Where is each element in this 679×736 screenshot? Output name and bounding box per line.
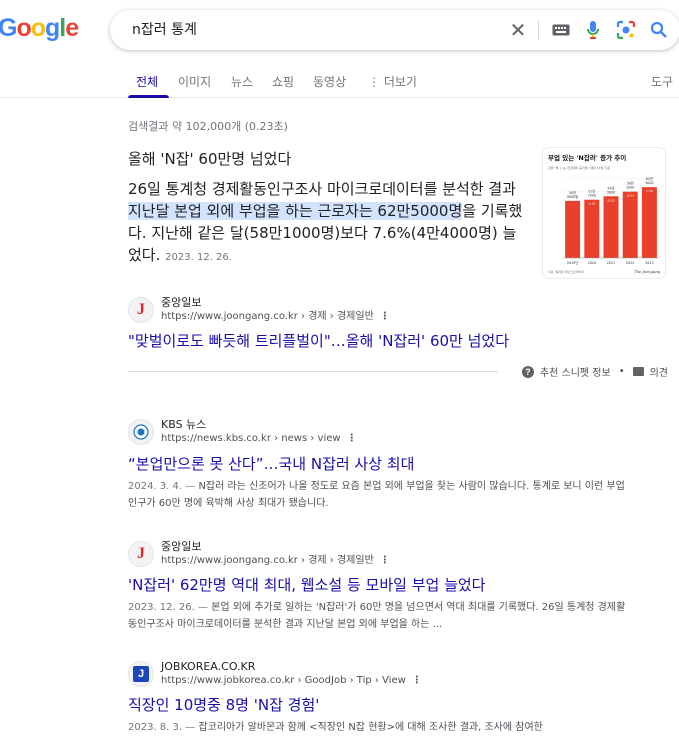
chart-bar: [584, 199, 600, 258]
result-title[interactable]: “본업만으론 못 산다”…국내 N잡러 사상 최대: [128, 453, 414, 474]
source-name: JOBKOREA.CO.KR: [161, 660, 256, 673]
featured-snippet-body: 26일 통계청 경제활동인구조사 마이크로데이터를 분석한 결과 지난달 본업 …: [128, 178, 523, 269]
snippet-footer: ? 추천 스니펫 정보 • 의견: [128, 362, 668, 382]
jobkorea-favicon: J: [128, 661, 154, 687]
joongang-favicon: J: [128, 297, 154, 323]
search-icon[interactable]: [648, 10, 670, 50]
joongang-favicon: J: [128, 541, 154, 567]
chart-brand: The JoongAng: [634, 270, 660, 274]
growth-label: (5.0): [607, 198, 614, 202]
featured-snippet-title: 올해 'N잡' 60만명 넘었다: [128, 150, 292, 168]
more-options-icon[interactable]: ⋮: [347, 433, 357, 444]
search-box: ✕: [110, 10, 679, 50]
chart-bar: [641, 187, 657, 258]
source-url: https://www.jobkorea.co.kr › GoodJob › T…: [161, 675, 422, 686]
feedback-link[interactable]: 의견: [650, 364, 668, 379]
chart-bar: [622, 191, 638, 258]
result-description: 2023. 8. 3. — 잡코리아가 알바몬과 함께 <직장인 N잡 현황>에…: [128, 722, 543, 733]
google-lens-icon[interactable]: [615, 10, 637, 50]
snippet-info: ? 추천 스니펫 정보 • 의견: [521, 364, 668, 379]
logo-letter: g: [45, 14, 60, 42]
tab-all[interactable]: 전체: [136, 73, 158, 90]
source-name: 중앙일보: [161, 296, 202, 309]
chart-source: 자료: 통계청 마이크로데이터: [548, 269, 584, 274]
microphone-icon[interactable]: [584, 10, 602, 50]
source-url: https://news.kbs.co.kr › news › view ⋮: [161, 433, 357, 444]
more-options-icon[interactable]: ⋮: [380, 311, 390, 322]
tick-label: 2023: [645, 261, 653, 265]
about-snippet-link[interactable]: 추천 스니펫 정보: [540, 364, 611, 379]
kbs-favicon: [128, 419, 154, 445]
result-title[interactable]: 직장인 10명중 8명 'N잡 경험': [128, 694, 319, 715]
tab-more[interactable]: ⋮ 더보기: [368, 73, 417, 90]
featured-source[interactable]: J 중앙일보 https://www.joongang.co.kr › 경제 ›…: [128, 296, 390, 324]
snippet-text: 26일 통계청 경제활동인구조사 마이크로데이터를 분석한 결과: [128, 180, 516, 198]
tab-shopping[interactable]: 쇼핑: [272, 73, 294, 90]
result-stats: 검색결과 약 102,000개 (0.23초): [128, 120, 288, 133]
feedback-icon[interactable]: [632, 367, 644, 376]
tick-label: 2022: [626, 261, 634, 265]
search-input[interactable]: [132, 10, 492, 50]
snippet-date: 2023. 12. 26.: [165, 252, 232, 263]
help-icon[interactable]: ?: [521, 365, 534, 378]
logo-letter: e: [65, 14, 79, 42]
bar-label: 1000: [626, 186, 634, 190]
bar-label: 9000명: [567, 194, 578, 199]
tick-label: 2021: [607, 261, 615, 265]
tab-videos[interactable]: 동영상: [313, 73, 346, 90]
result-source[interactable]: J 중앙일보 https://www.joongang.co.kr › 경제 ›…: [128, 540, 390, 568]
tick-label: 2019년: [567, 260, 578, 265]
source-name: KBS 뉴스: [161, 418, 207, 431]
growth-label: (1.6): [588, 202, 595, 206]
search-tabs: 전체 이미지 뉴스 쇼핑 동영상 ⋮ 더보기 도구: [0, 70, 679, 98]
growth-label: (6.9): [627, 194, 634, 198]
bar-label: 3000: [607, 190, 615, 194]
divider: [128, 371, 498, 372]
growth-label: (7.6): [646, 189, 653, 193]
google-logo[interactable]: Google: [0, 14, 79, 43]
more-options-icon[interactable]: ⋮: [412, 675, 422, 686]
tab-tools[interactable]: 도구: [651, 73, 673, 90]
chart-subtitle: 단위: 명, ( )는 전년대비 증가율 / 매년 11월 기준: [548, 165, 610, 170]
keyboard-icon[interactable]: [550, 10, 572, 50]
logo-letter: o: [16, 14, 31, 42]
result-description: 2024. 3. 4. — N잡러 라는 신조어가 나올 정도로 요즘 본업 외…: [128, 481, 625, 509]
result-description: 2023. 12. 26. — 본업 외에 추가로 일하는 'N잡러'가 60만…: [128, 602, 626, 630]
logo-letter: G: [0, 14, 17, 42]
n-jobber-chart: 부업 있는 'N잡러' 증가 추이단위: 명, ( )는 전년대비 증가율 / …: [548, 153, 661, 274]
active-tab-indicator: [128, 95, 169, 98]
chart-bar: [603, 196, 619, 258]
featured-snippet-image[interactable]: 부업 있는 'N잡러' 증가 추이단위: 명, ( )는 전년대비 증가율 / …: [543, 148, 665, 278]
tab-news[interactable]: 뉴스: [231, 73, 253, 90]
search-divider: [538, 20, 539, 40]
clear-icon[interactable]: ✕: [508, 10, 528, 50]
featured-link-title[interactable]: "맞벌이로도 빠듯해 트리플벌이"…올해 'N잡러' 60만 넘었다: [128, 330, 509, 351]
result-title[interactable]: 'N잡러' 62만명 역대 최대, 웹소설 등 모바일 부업 늘었다: [128, 574, 485, 595]
bar-label: 7000: [588, 194, 596, 198]
tick-label: 2020: [588, 261, 596, 265]
source-url: https://www.joongang.co.kr › 경제 › 경제일반 ⋮: [161, 311, 390, 322]
chart-bar: [565, 200, 581, 258]
logo-letter: o: [30, 14, 46, 42]
result-source[interactable]: KBS 뉴스 https://news.kbs.co.kr › news › v…: [128, 418, 357, 446]
more-options-icon[interactable]: ⋮: [380, 555, 390, 566]
bar-label: 5000: [645, 181, 653, 185]
tab-images[interactable]: 이미지: [178, 73, 211, 90]
source-name: 중앙일보: [161, 540, 202, 553]
result-source[interactable]: J JOBKOREA.CO.KR https://www.jobkorea.co…: [128, 660, 422, 688]
snippet-highlight: 지난달 본업 외에 부업을 하는 근로자는 62만5000명: [128, 202, 463, 220]
chart-title: 부업 있는 'N잡러' 증가 추이: [548, 153, 626, 162]
source-url: https://www.joongang.co.kr › 경제 › 경제일반 ⋮: [161, 555, 390, 566]
